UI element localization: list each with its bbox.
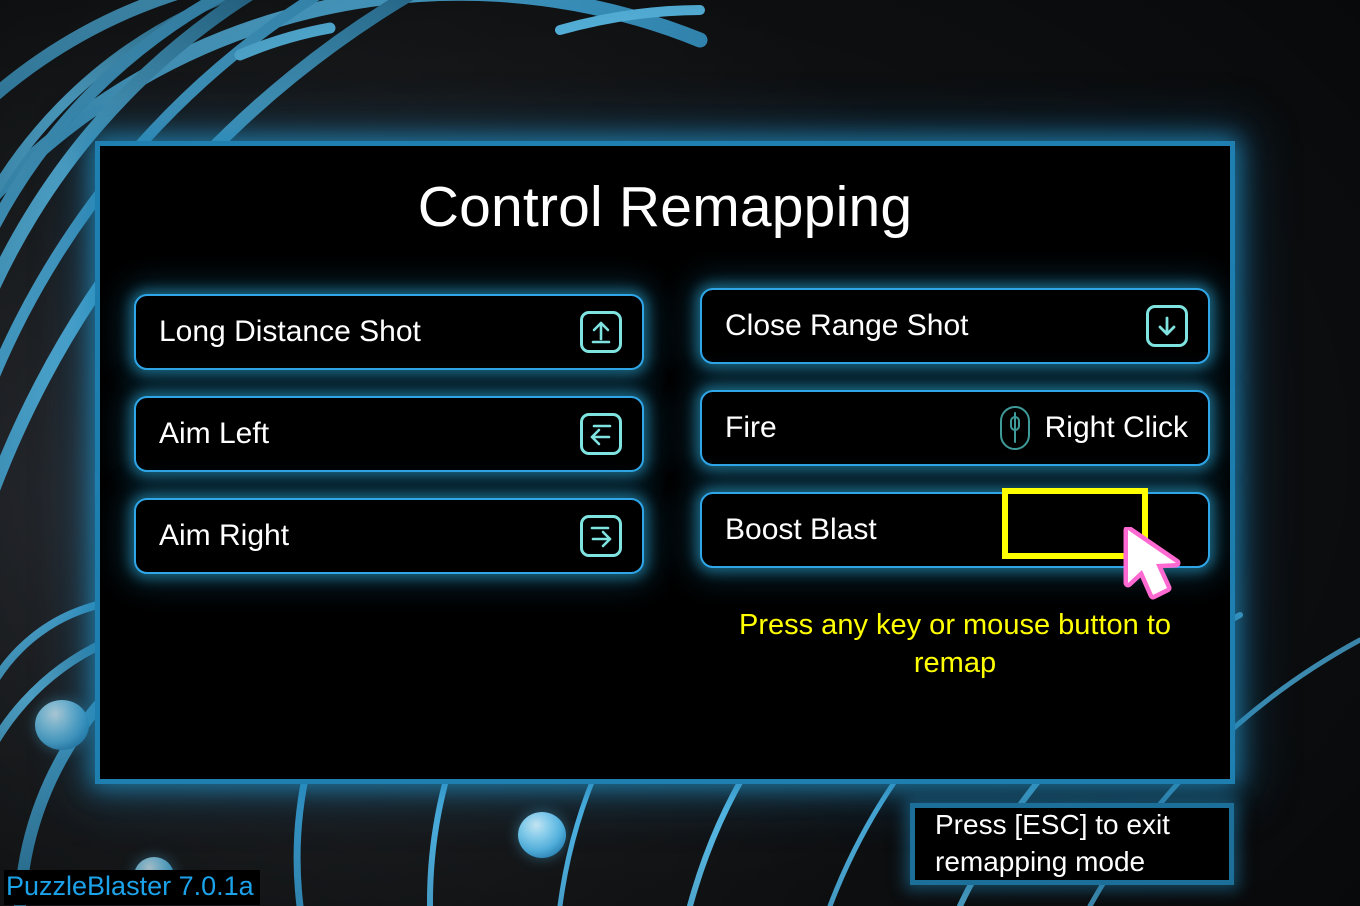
binding-value[interactable] xyxy=(580,413,622,455)
esc-hint-line-2: remapping mode xyxy=(935,846,1146,877)
binding-value[interactable] xyxy=(580,515,622,557)
version-label: PuzzleBlaster 7.0.1a xyxy=(4,870,260,905)
binding-action-label: Aim Right xyxy=(159,519,290,552)
esc-hint-line-1: Press [ESC] to exit xyxy=(935,809,1170,841)
binding-row-aim-left[interactable]: Aim Left xyxy=(134,396,644,472)
binding-action-label: Boost Blast xyxy=(725,513,877,546)
page-title: Control Remapping xyxy=(417,175,913,239)
key-capture-box[interactable] xyxy=(1002,488,1148,559)
binding-value[interactable] xyxy=(580,311,622,353)
arrow-down-key-icon xyxy=(1146,305,1188,347)
binding-row-aim-right[interactable]: Aim Right xyxy=(134,498,644,574)
binding-row-fire[interactable]: Fire Right Click xyxy=(700,390,1210,466)
bindings-column-left: Long Distance Shot Aim Left Aim Right xyxy=(134,294,644,600)
binding-action-label: Close Range Shot xyxy=(725,309,969,342)
binding-row-close-range-shot[interactable]: Close Range Shot xyxy=(700,288,1210,364)
binding-value[interactable]: Right Click xyxy=(998,404,1188,452)
arrow-up-key-icon xyxy=(580,311,622,353)
binding-text: Right Click xyxy=(1044,411,1188,444)
binding-action-label: Aim Left xyxy=(159,417,270,450)
binding-action-label: Fire xyxy=(725,411,777,444)
bindings-column-right: Close Range Shot Fire Right Click Boost … xyxy=(700,288,1210,594)
arrow-right-tab-key-icon xyxy=(580,515,622,557)
esc-hint-box: Press [ESC] to exit remapping mode xyxy=(910,803,1234,885)
binding-row-boost-blast[interactable]: Boost Blast xyxy=(700,488,1210,568)
control-remapping-panel: Control Remapping Long Distance Shot Aim… xyxy=(100,146,1230,779)
binding-value[interactable] xyxy=(1146,305,1188,347)
arrow-left-tab-key-icon xyxy=(580,413,622,455)
remap-hint-text: Press any key or mouse button to remap xyxy=(739,609,1171,680)
game-screen: Control Remapping Long Distance Shot Aim… xyxy=(0,0,1360,906)
binding-row-long-distance-shot[interactable]: Long Distance Shot xyxy=(134,294,644,370)
mouse-icon xyxy=(998,404,1032,452)
binding-action-label: Long Distance Shot xyxy=(159,315,421,348)
